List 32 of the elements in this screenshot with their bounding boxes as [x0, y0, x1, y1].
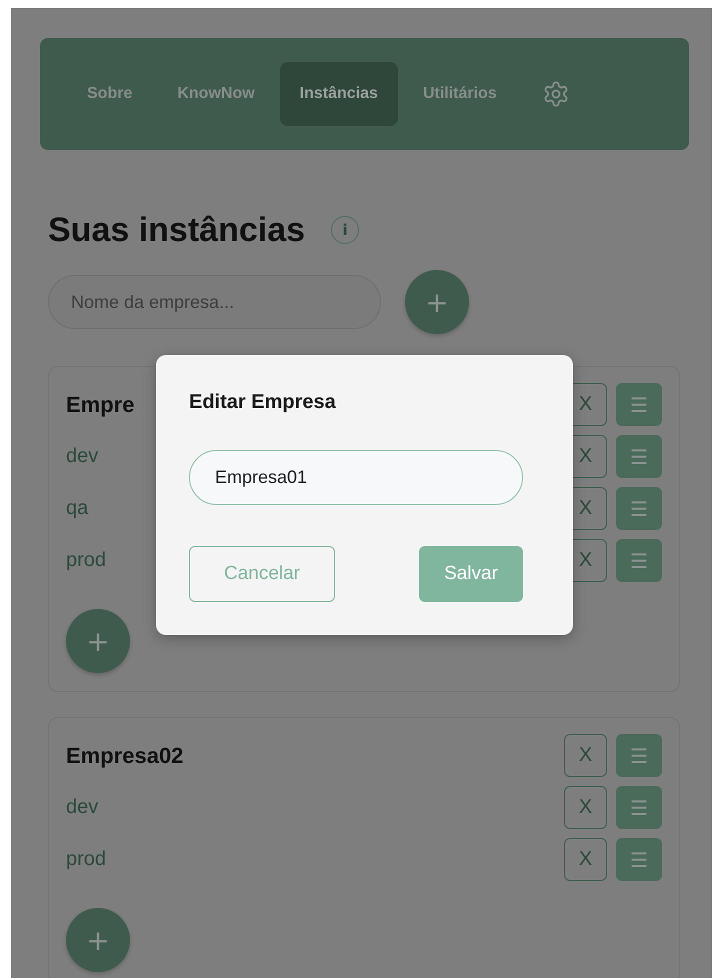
nav-tab[interactable]: Instâncias: [280, 62, 398, 126]
company-name: Empre: [66, 392, 134, 418]
environment-name[interactable]: qa: [66, 497, 88, 520]
add-company-button[interactable]: +: [405, 270, 469, 334]
menu-button[interactable]: ☰: [616, 734, 662, 777]
company-name: Empresa02: [66, 742, 184, 768]
nav-tab[interactable]: Utilitários: [402, 62, 517, 126]
menu-button[interactable]: ☰: [616, 487, 662, 530]
nav-tab[interactable]: KnowNow: [157, 62, 275, 126]
environment-name[interactable]: dev: [66, 445, 98, 468]
environment-name[interactable]: dev: [66, 796, 98, 819]
menu-button[interactable]: ☰: [616, 786, 662, 829]
menu-button[interactable]: ☰: [616, 539, 662, 582]
menu-button[interactable]: ☰: [616, 838, 662, 881]
delete-button[interactable]: X: [564, 734, 607, 777]
dialog-title: Editar Empresa: [189, 391, 337, 414]
add-environment-button[interactable]: +: [66, 908, 130, 972]
environment-name[interactable]: prod: [66, 549, 106, 572]
cancel-button[interactable]: Cancelar: [189, 546, 335, 602]
environment-name[interactable]: prod: [66, 848, 106, 871]
info-icon[interactable]: i: [331, 216, 360, 244]
company-name-field[interactable]: Nome da empresa...: [48, 275, 381, 329]
company-name-input[interactable]: Empresa01: [189, 450, 523, 505]
delete-button[interactable]: X: [564, 786, 607, 829]
save-button[interactable]: Salvar: [419, 546, 523, 602]
nav-tab[interactable]: Sobre: [67, 62, 152, 126]
page-heading: Suas instâncias: [48, 210, 306, 250]
delete-button[interactable]: X: [564, 838, 607, 881]
menu-button[interactable]: ☰: [616, 383, 662, 426]
settings-icon: [542, 80, 570, 108]
menu-button[interactable]: ☰: [616, 435, 662, 478]
add-environment-button[interactable]: +: [66, 609, 130, 673]
